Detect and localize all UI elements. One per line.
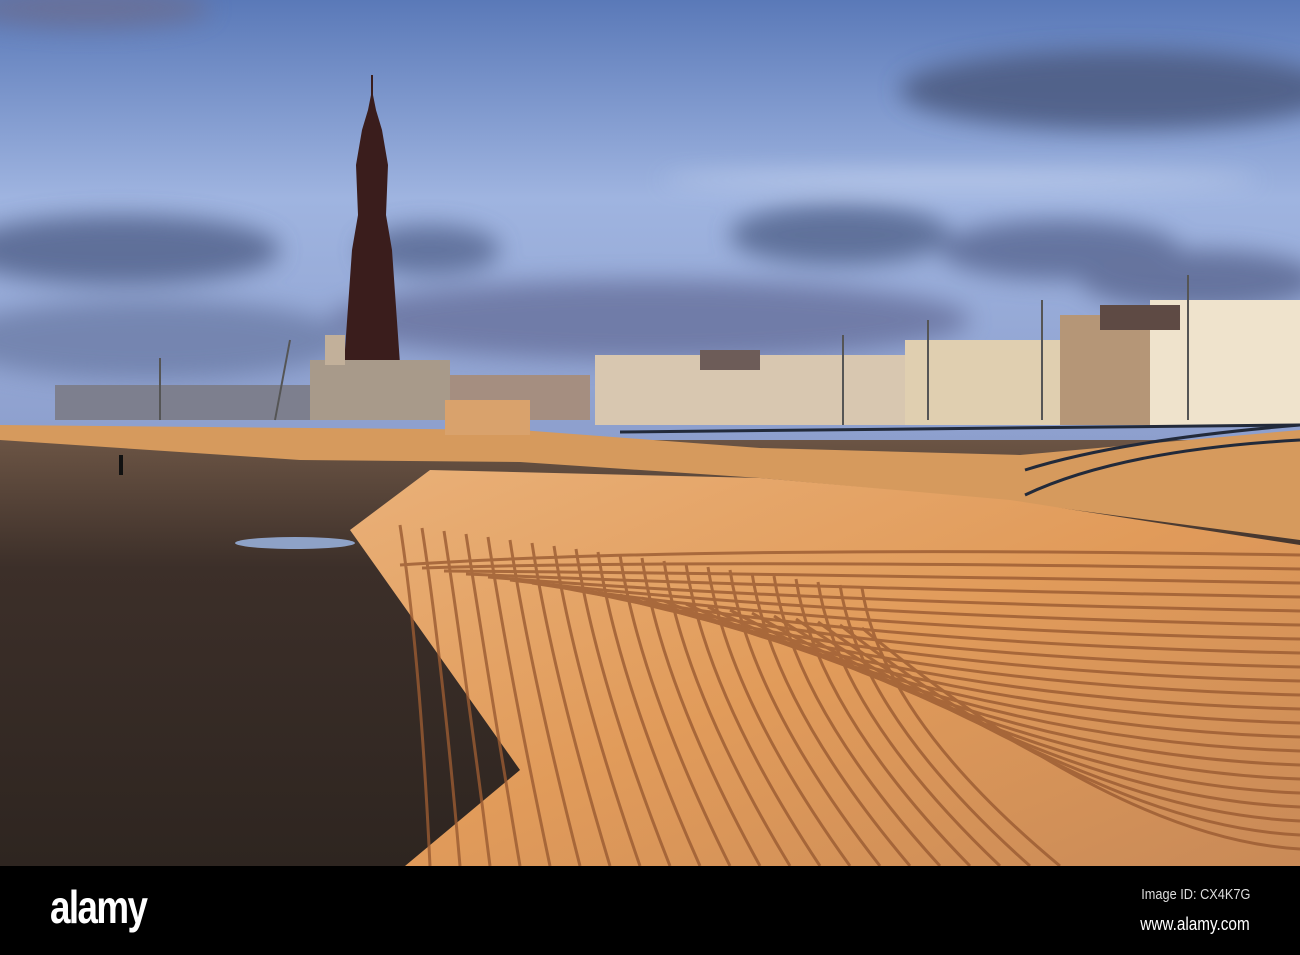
watermark-bar: alamy Image ID: CX4K7G www.alamy.com: [0, 866, 1300, 955]
image-id: Image ID: CX4K7G: [1140, 886, 1250, 903]
alamy-logo: alamy: [50, 881, 148, 933]
person: [119, 455, 123, 475]
stock-photo: alamy Image ID: CX4K7G www.alamy.com: [0, 0, 1300, 955]
site-url: www.alamy.com: [1140, 914, 1250, 934]
tower-building: [310, 360, 450, 420]
seafront-photo: [0, 0, 1300, 866]
tide-pool: [235, 537, 355, 549]
wall-block: [445, 400, 530, 435]
